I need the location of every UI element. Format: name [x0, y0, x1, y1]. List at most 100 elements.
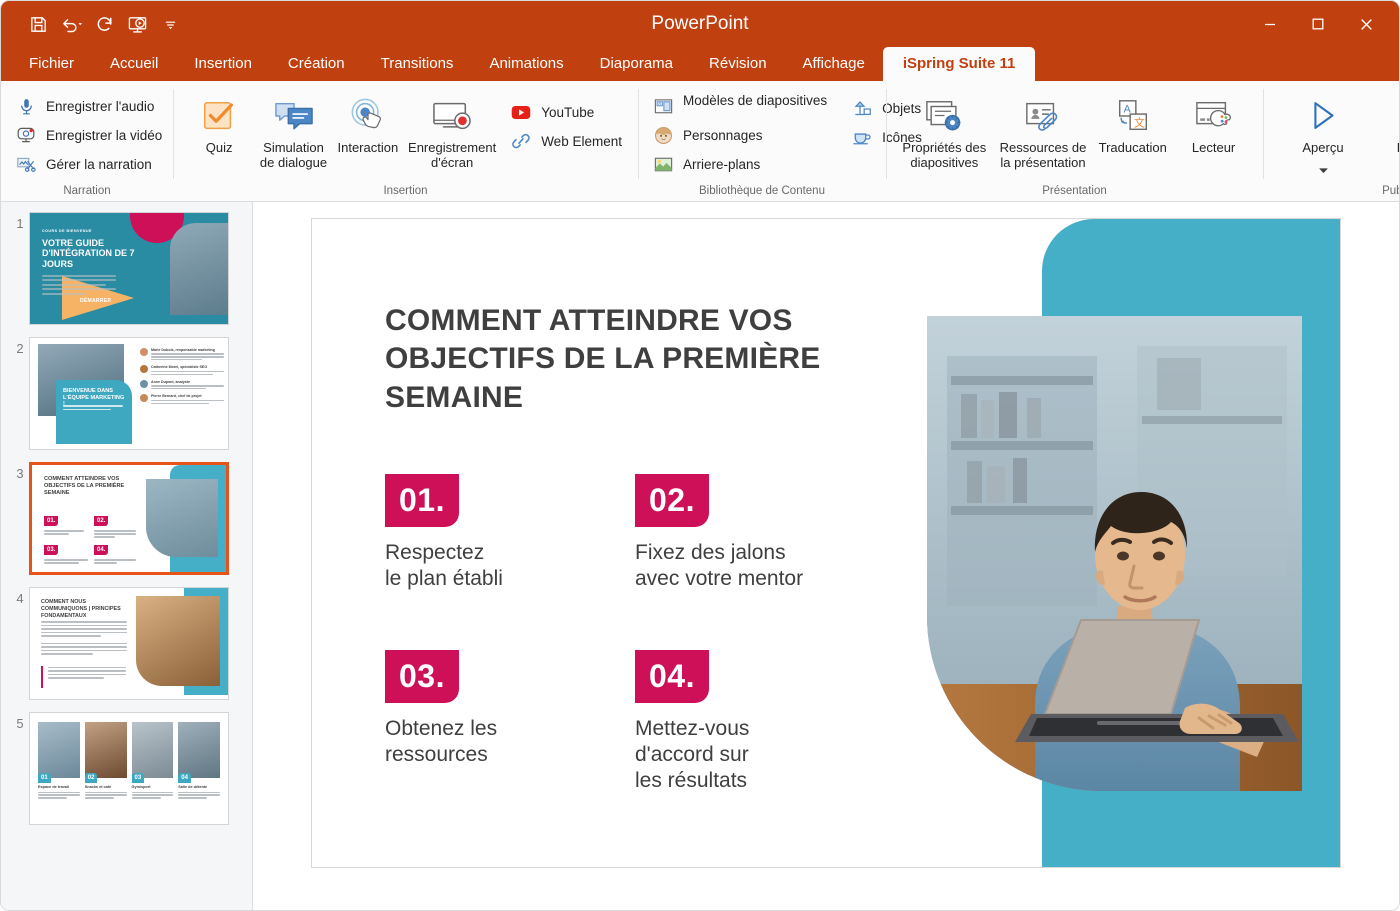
ribbon: Enregistrer l'audio Enregistrer la vidéo [1, 81, 1399, 202]
step-text: Fixez des jalons avec votre mentor [635, 541, 804, 591]
quick-access-toolbar [1, 9, 185, 39]
youtube-icon [510, 101, 532, 123]
slide-4-title: COMMENT NOUS COMMUNIQUONS | PRINCIPES FO… [41, 599, 121, 619]
chevron-down-icon[interactable] [1318, 161, 1329, 179]
tab-fichier[interactable]: Fichier [11, 49, 92, 81]
tab-accueil[interactable]: Accueil [92, 49, 176, 81]
player-button[interactable]: Lecteur [1174, 89, 1253, 159]
objects-icon [851, 97, 873, 119]
step-text: Respectez le plan établi [385, 541, 503, 591]
slide-photo[interactable] [927, 316, 1302, 791]
icons-icon [851, 126, 873, 148]
tab-insertion[interactable]: Insertion [176, 49, 270, 81]
close-icon[interactable] [1343, 4, 1389, 44]
step-item-01: 01. Respectez le plan établi [385, 474, 635, 593]
slide-properties-button[interactable]: Propriétés des diapositives [896, 89, 993, 175]
translation-label: Traducation [1098, 140, 1167, 155]
publish-button[interactable]: Publier [1373, 89, 1399, 159]
slide-2-person: Marie Dubois, responsable marketing [151, 348, 215, 352]
web-element-icon [510, 130, 532, 152]
tab-diaporama[interactable]: Diaporama [582, 49, 691, 81]
translation-button[interactable]: A 文 Traducation [1093, 89, 1172, 159]
tab-affichage[interactable]: Affichage [785, 49, 883, 81]
player-label: Lecteur [1191, 140, 1236, 155]
record-video-button[interactable]: Enregistrer la vidéo [11, 122, 163, 148]
undo-icon[interactable] [56, 9, 86, 39]
redo-icon[interactable] [89, 9, 119, 39]
quiz-icon [200, 93, 238, 135]
tab-revision[interactable]: Révision [691, 49, 785, 81]
presentation-resources-label: Ressources de la présentation [999, 140, 1087, 171]
preview-button[interactable]: Aperçu [1279, 89, 1367, 183]
step-item-02: 02. Fixez des jalons avec votre mentor [635, 474, 885, 593]
steps-row-1: 01. Respectez le plan établi 02. Fixez de… [385, 474, 885, 593]
presentation-resources-button[interactable]: Ressources de la présentation [995, 89, 1092, 175]
ribbon-group-presentation: Propriétés des diapositives Ressources de… [886, 81, 1263, 201]
slide-canvas[interactable]: COMMENT ATTEINDRE VOS OBJECTIFS DE LA PR… [311, 218, 1341, 868]
slide-1-title: VOTRE GUIDE D'INTÉGRATION DE 7 JOURS [42, 238, 135, 269]
group-label-presentation: Présentation [1042, 185, 1107, 197]
record-audio-button[interactable]: Enregistrer l'audio [11, 93, 163, 119]
thumbnail-canvas[interactable]: COURS DE BIENVENUE VOTRE GUIDE D'INTÉGRA… [29, 212, 229, 325]
slide-2-art: BIENVENUE DANS L'ÉQUIPE MARKETING ! Mari… [30, 338, 228, 449]
tab-creation[interactable]: Création [270, 49, 363, 81]
characters-button[interactable]: Personnages [648, 122, 833, 148]
slide-title: COMMENT ATTEINDRE VOS OBJECTIFS DE LA PR… [385, 304, 821, 414]
youtube-label: YouTube [541, 104, 595, 120]
preview-label: Aperçu [1302, 140, 1344, 155]
slide-thumbnail-panel[interactable]: 1 COURS DE BIENVENUE VOTRE GUIDE D'INTÉG… [1, 202, 253, 910]
slide-5-art: 01 Espace de travail 02 Snacks et café 0… [30, 713, 228, 824]
chevron-down-icon[interactable] [155, 9, 185, 39]
maximize-icon[interactable] [1295, 4, 1341, 44]
slide-2-person: Pierre Bernard, chef de projet [151, 394, 202, 399]
present-icon[interactable] [122, 9, 152, 39]
youtube-button[interactable]: YouTube [506, 99, 628, 125]
slide-5-label: Snacks et café [84, 785, 112, 789]
slide-3-badge: 02. [94, 516, 109, 526]
tab-transitions[interactable]: Transitions [363, 49, 472, 81]
backgrounds-icon [652, 153, 674, 175]
slide-3-badge: 04. [94, 545, 109, 555]
thumbnail-slide-4[interactable]: 4 COMMENT NOUS COMMUNIQUONS | PRINCIPES … [1, 587, 252, 700]
tab-ispring-suite-11[interactable]: iSpring Suite 11 [882, 47, 1036, 82]
thumbnail-slide-2[interactable]: 2 BIENVENUE DANS L'ÉQUIPE MARKETING ! [1, 337, 252, 450]
web-element-button[interactable]: Web Element [506, 128, 628, 154]
step-badge: 04. [635, 649, 709, 703]
slide-1-art: COURS DE BIENVENUE VOTRE GUIDE D'INTÉGRA… [30, 213, 228, 324]
slide-5-label: Espace de travail [38, 785, 70, 789]
manage-narration-label: Gérer la narration [46, 156, 152, 172]
manage-narration-button[interactable]: Gérer la narration [11, 151, 163, 177]
translation-icon: A 文 [1112, 93, 1154, 135]
quiz-label: Quiz [205, 140, 233, 155]
quiz-button[interactable]: Quiz [183, 89, 255, 159]
dialogue-simulation-icon [272, 93, 316, 135]
manage-narration-icon [15, 153, 37, 175]
group-label-publier: Publier [1382, 185, 1399, 197]
steps-row-2: 03. Obtenez les ressources 04. Mettez-vou… [385, 649, 885, 795]
group-label-insertion: Insertion [383, 185, 428, 197]
thumbnail-canvas[interactable]: COMMENT NOUS COMMUNIQUONS | PRINCIPES FO… [29, 587, 229, 700]
tab-animations[interactable]: Animations [471, 49, 581, 81]
thumbnail-slide-5[interactable]: 5 01 Espace de travail 02 Snacks et café… [1, 712, 252, 825]
slide-1-button: DÉMARRER [80, 298, 112, 304]
slide-number: 4 [16, 591, 24, 606]
thumbnail-canvas[interactable]: COMMENT ATTEINDRE VOS OBJECTIFS DE LA PR… [29, 462, 229, 575]
thumbnail-canvas[interactable]: BIENVENUE DANS L'ÉQUIPE MARKETING ! Mari… [29, 337, 229, 450]
screen-recording-button[interactable]: Enregistrement d'écran [406, 89, 498, 175]
save-icon[interactable] [23, 9, 53, 39]
ribbon-group-publier: Aperçu Publier [1263, 81, 1399, 201]
slide-templates-button[interactable]: A Modèles de diapositives [648, 91, 833, 119]
dialogue-simulation-button[interactable]: Simulation de dialogue [257, 89, 329, 175]
slide-number: 3 [16, 466, 24, 481]
backgrounds-button[interactable]: Arriere-plans [648, 151, 833, 177]
slide-5-badge: 03 [131, 773, 145, 783]
minimize-icon[interactable] [1247, 4, 1293, 44]
group-label-content-library: Bibliothèque de Contenu [699, 185, 825, 197]
thumbnail-canvas[interactable]: 01 Espace de travail 02 Snacks et café 0… [29, 712, 229, 825]
interaction-button[interactable]: Interaction [332, 89, 404, 159]
ribbon-tabs: Fichier Accueil Insertion Création Trans… [1, 47, 1399, 82]
step-badge: 03. [385, 649, 459, 703]
thumbnail-slide-1[interactable]: 1 COURS DE BIENVENUE VOTRE GUIDE D'INTÉG… [1, 212, 252, 325]
thumbnail-slide-3[interactable]: 3 COMMENT ATTEINDRE VOS OBJECTIFS DE LA … [1, 462, 252, 575]
ribbon-group-insertion: Quiz Simulation de dialogue Interaction … [173, 81, 638, 201]
